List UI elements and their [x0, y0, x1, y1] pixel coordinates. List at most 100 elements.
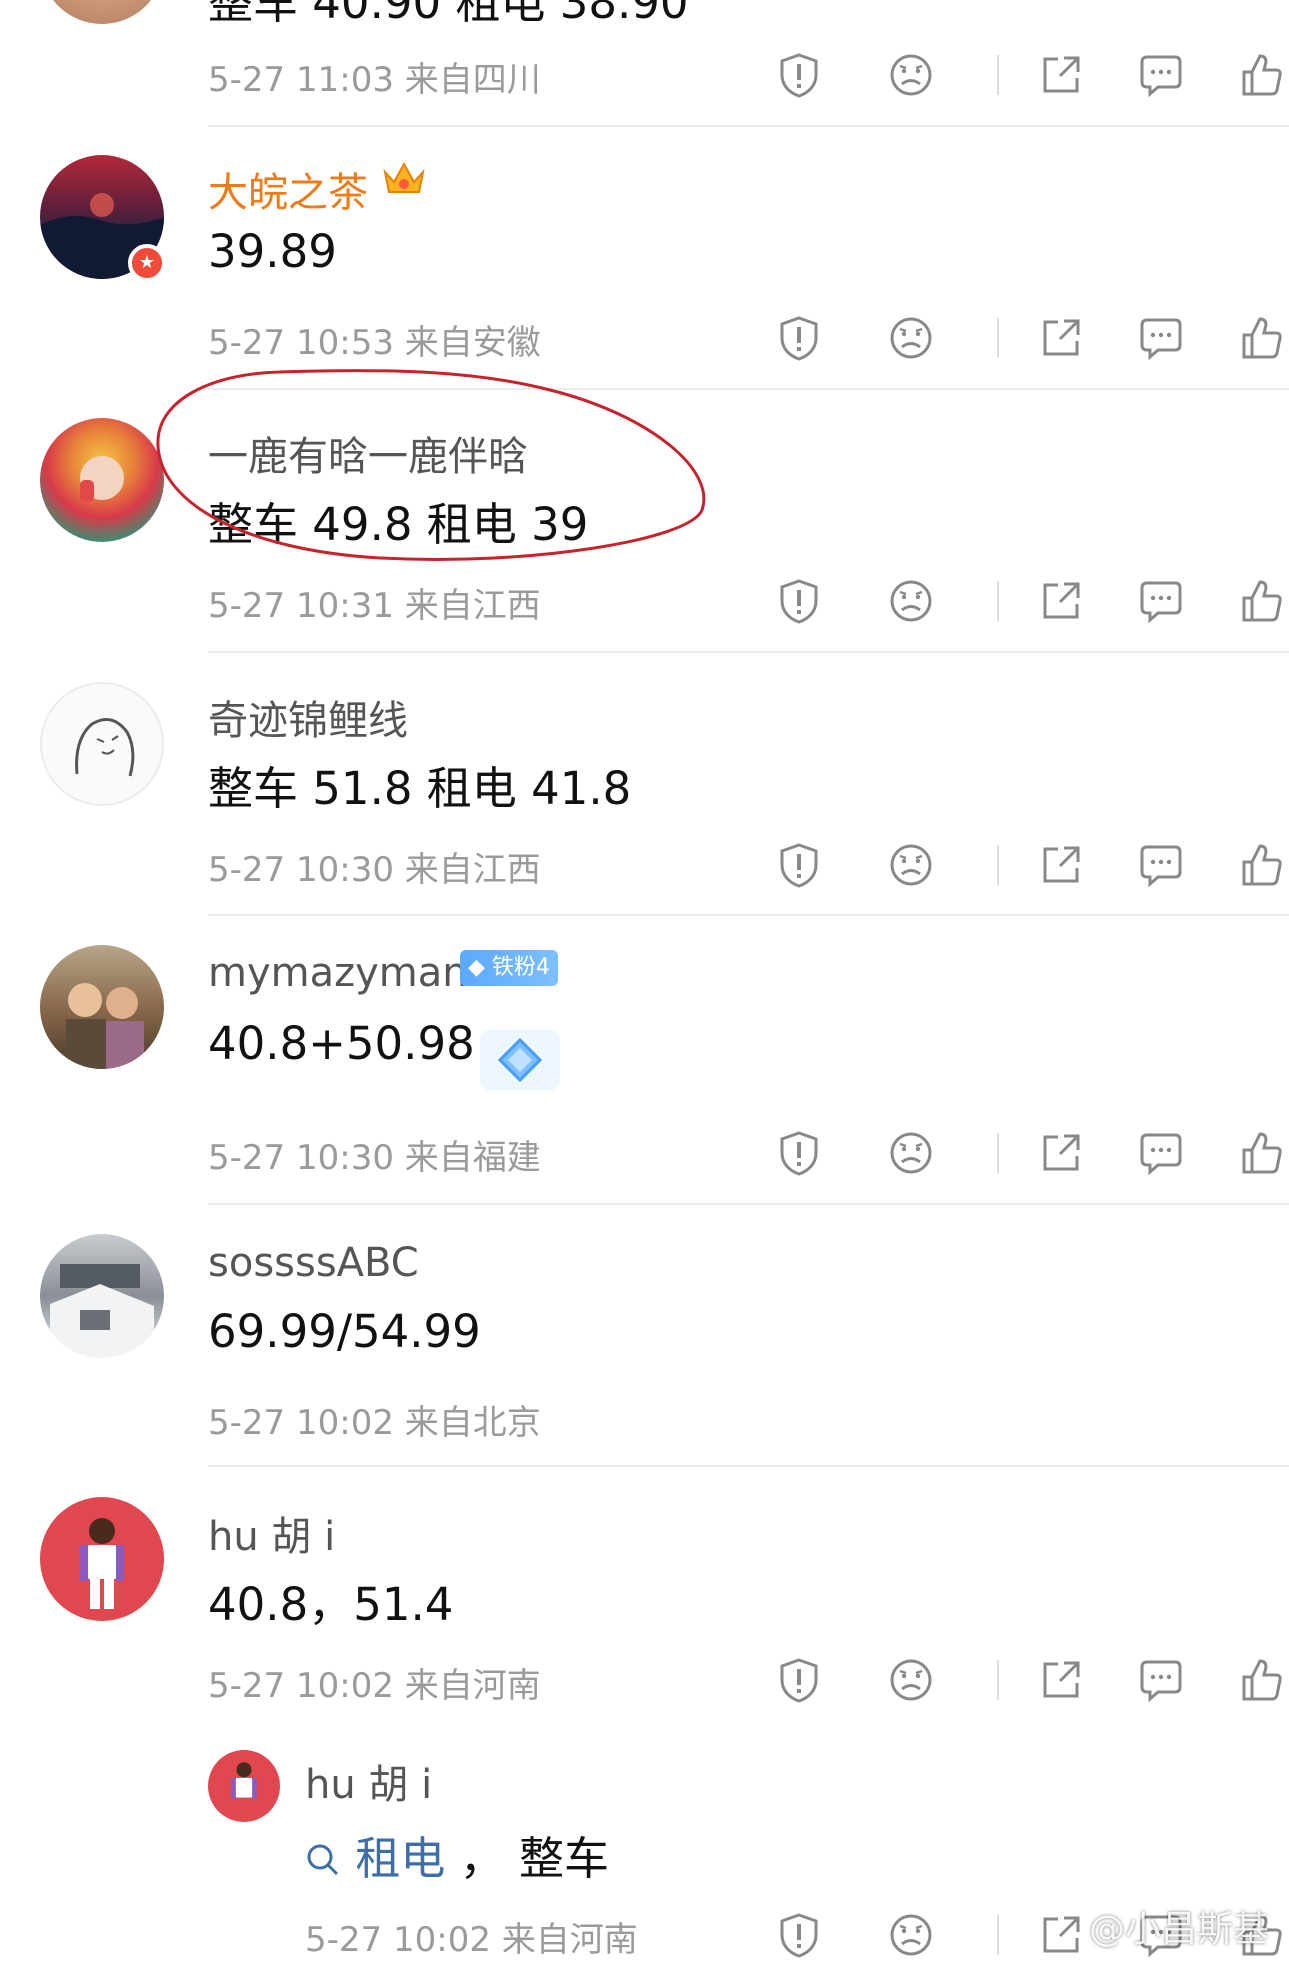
reply-text-tail: ， 整车	[459, 1832, 609, 1885]
action-bar	[755, 837, 1282, 893]
report-button[interactable]	[771, 1907, 827, 1963]
avatar[interactable]	[208, 1750, 280, 1822]
like-button[interactable]	[1233, 837, 1289, 893]
dislike-icon	[890, 844, 932, 886]
like-icon	[1242, 1132, 1282, 1174]
comment-meta: 5-27 10:30 来自福建	[208, 1138, 541, 1178]
comment-button[interactable]	[1133, 310, 1189, 366]
watermark: @小昌斯基	[1088, 1909, 1269, 1950]
avatar[interactable]	[40, 1234, 164, 1358]
share-icon	[1043, 846, 1080, 883]
action-bar	[755, 47, 1282, 103]
avatar[interactable]	[40, 0, 164, 24]
username[interactable]: 奇迹锦鲤线	[208, 688, 408, 746]
username[interactable]: mymazyman	[208, 950, 468, 996]
like-icon	[1242, 580, 1282, 622]
comment-icon	[1140, 1133, 1182, 1176]
comment-text: 整车 49.8 租电 39	[208, 498, 589, 551]
dislike-button[interactable]	[883, 1907, 939, 1963]
like-button[interactable]	[1233, 47, 1289, 103]
search-icon	[305, 1832, 355, 1885]
comment-meta: 5-27 11:03 来自四川	[208, 60, 541, 100]
report-button[interactable]	[771, 1125, 827, 1181]
like-icon	[1242, 54, 1282, 96]
comment-button[interactable]	[1133, 837, 1189, 893]
username[interactable]: sossssABC	[208, 1240, 419, 1286]
report-icon	[780, 53, 818, 98]
share-button[interactable]	[1033, 1652, 1089, 1708]
share-button[interactable]	[1033, 573, 1089, 629]
comment-meta: 5-27 10:02 来自河南	[208, 1666, 541, 1706]
avatar[interactable]	[40, 418, 164, 542]
share-button[interactable]	[1033, 47, 1089, 103]
comment-meta: 5-27 10:02 来自北京	[208, 1403, 541, 1443]
avatar[interactable]	[40, 1497, 164, 1621]
report-button[interactable]	[771, 310, 827, 366]
dislike-button[interactable]	[883, 1652, 939, 1708]
comment-button[interactable]	[1133, 1125, 1189, 1181]
share-button[interactable]	[1033, 837, 1089, 893]
like-button[interactable]	[1233, 310, 1289, 366]
share-button[interactable]	[1033, 1907, 1089, 1963]
like-button[interactable]	[1233, 1125, 1289, 1181]
report-button[interactable]	[771, 573, 827, 629]
report-icon	[780, 316, 818, 361]
comment-text: 40.8，51.4	[208, 1578, 454, 1631]
comment-icon	[1140, 1660, 1182, 1703]
dislike-button[interactable]	[883, 47, 939, 103]
share-button[interactable]	[1033, 1125, 1089, 1181]
divider	[208, 1203, 1289, 1205]
action-separator	[997, 1915, 999, 1955]
share-icon	[1043, 1661, 1080, 1698]
report-icon	[780, 1658, 818, 1703]
dislike-button[interactable]	[883, 310, 939, 366]
reply-text: 租电 ， 整车	[305, 1822, 609, 1887]
username[interactable]: hu 胡 i	[208, 1504, 335, 1562]
comment-text: 69.99/54.99	[208, 1305, 481, 1358]
action-separator	[997, 55, 999, 95]
comment-text: 整车 40.90 租电 38.90	[208, 0, 689, 29]
action-separator	[997, 845, 999, 885]
report-button[interactable]	[771, 1652, 827, 1708]
dislike-icon	[890, 54, 932, 96]
dislike-button[interactable]	[883, 1125, 939, 1181]
share-button[interactable]	[1033, 310, 1089, 366]
comment-meta: 5-27 10:31 来自江西	[208, 586, 541, 626]
dislike-button[interactable]	[883, 573, 939, 629]
search-link[interactable]: 租电	[355, 1832, 445, 1885]
avatar[interactable]	[40, 945, 164, 1069]
action-bar	[755, 1652, 1282, 1708]
divider	[208, 1465, 1289, 1467]
dislike-button[interactable]	[883, 837, 939, 893]
share-icon	[1043, 582, 1080, 619]
divider	[208, 388, 1289, 390]
action-separator	[997, 581, 999, 621]
report-button[interactable]	[771, 47, 827, 103]
dislike-icon	[890, 1132, 932, 1174]
report-button[interactable]	[771, 837, 827, 893]
action-separator	[997, 1660, 999, 1700]
dislike-icon	[890, 1659, 932, 1701]
comment-meta: 5-27 10:30 来自江西	[208, 850, 541, 890]
username[interactable]: hu 胡 i	[305, 1752, 432, 1810]
report-icon	[780, 1131, 818, 1176]
like-button[interactable]	[1233, 573, 1289, 629]
comment-button[interactable]	[1133, 47, 1189, 103]
share-icon	[1043, 1134, 1080, 1171]
action-bar	[755, 310, 1282, 366]
username[interactable]: 一鹿有晗一鹿伴晗	[208, 424, 528, 482]
like-button[interactable]	[1233, 1652, 1289, 1708]
crown-icon	[383, 161, 425, 193]
report-icon	[780, 579, 818, 624]
verified-badge-icon: ★	[128, 244, 166, 282]
divider	[208, 914, 1289, 916]
share-icon	[1043, 56, 1080, 93]
fan-level-badge: ◆ 铁粉4	[460, 950, 558, 986]
divider	[208, 651, 1289, 653]
username[interactable]: 大皖之茶	[208, 160, 368, 218]
action-separator	[997, 1133, 999, 1173]
avatar[interactable]	[40, 682, 164, 806]
comment-button[interactable]	[1133, 1652, 1189, 1708]
comment-meta: 5-27 10:53 来自安徽	[208, 323, 541, 363]
comment-button[interactable]	[1133, 573, 1189, 629]
